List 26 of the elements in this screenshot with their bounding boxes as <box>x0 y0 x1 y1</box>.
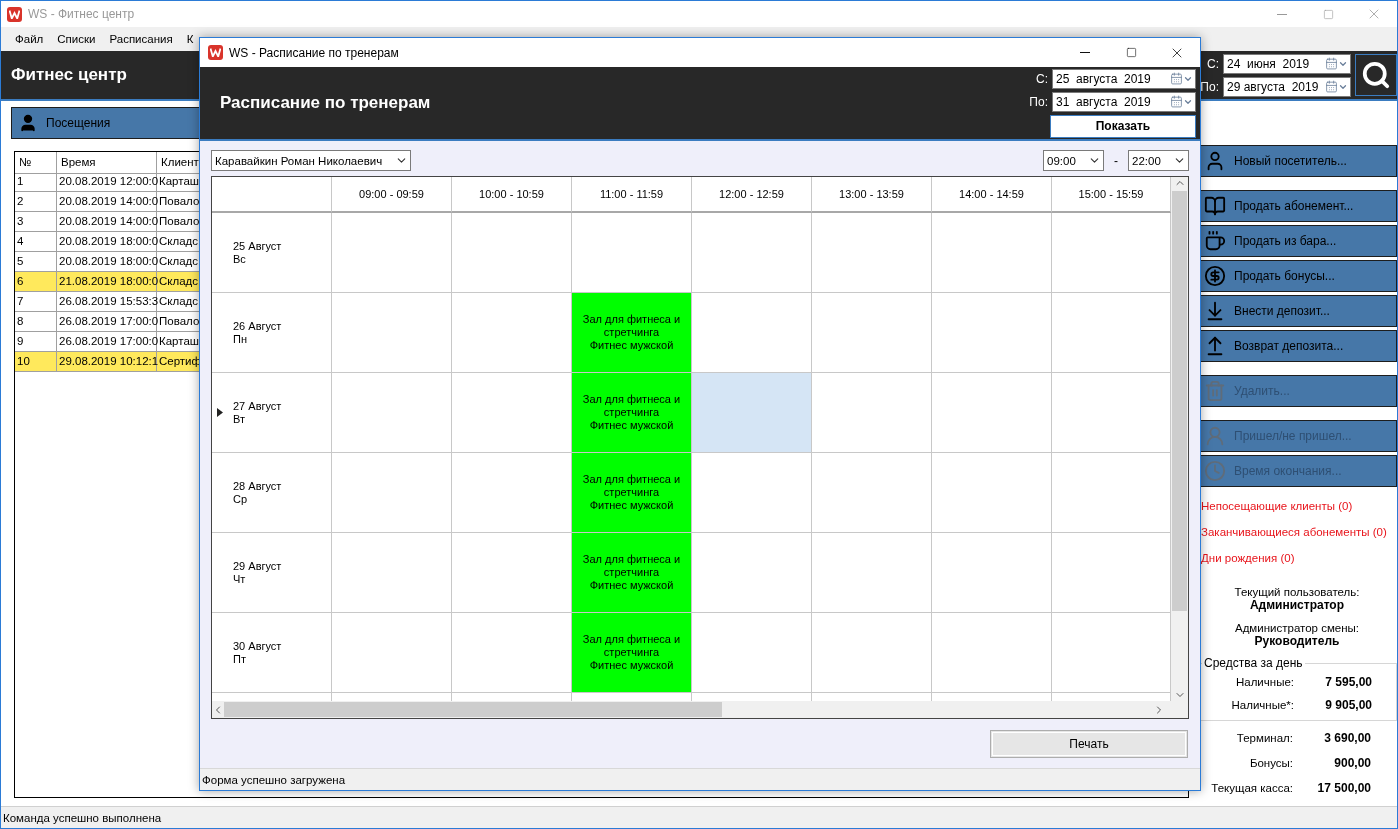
range-separator: - <box>1114 153 1118 168</box>
date-label: По: <box>1029 94 1048 109</box>
current-user-label: Текущий пользователь: <box>1234 586 1360 598</box>
shift-admin-label: Администратор смены: <box>1235 622 1359 634</box>
dialog-heading: Расписание по тренерам <box>220 93 431 113</box>
money-label: Наличные*: <box>1230 698 1294 711</box>
date-label: С: <box>1035 71 1048 86</box>
money-value: 900,00 <box>1333 755 1371 770</box>
money-value: 3 690,00 <box>1323 730 1371 745</box>
date-label: По: <box>1200 79 1219 94</box>
window-title: WS - Фитнес центр <box>28 7 135 21</box>
dialog-title: WS - Расписание по тренерам <box>229 45 399 60</box>
current-user: Администратор <box>1249 598 1345 612</box>
money-value: 7 595,00 <box>1324 674 1372 689</box>
app-title: Фитнес центр <box>11 65 127 85</box>
money-value: 9 905,00 <box>1324 697 1372 712</box>
money-label: Бонусы: <box>1248 756 1293 769</box>
status-text: Форма успешно загружена <box>202 773 346 786</box>
money-label: Наличные: <box>1234 675 1294 688</box>
money-label: Терминал: <box>1235 731 1293 744</box>
shift-admin: Руководитель <box>1254 634 1340 648</box>
money-value: 17 500,00 <box>1316 780 1371 795</box>
status-text: Команда успешно выполнена <box>3 811 162 824</box>
money-label: Текущая касса: <box>1210 781 1293 794</box>
funds-title: Средства за день <box>1203 656 1304 670</box>
date-label: С: <box>1206 56 1219 71</box>
